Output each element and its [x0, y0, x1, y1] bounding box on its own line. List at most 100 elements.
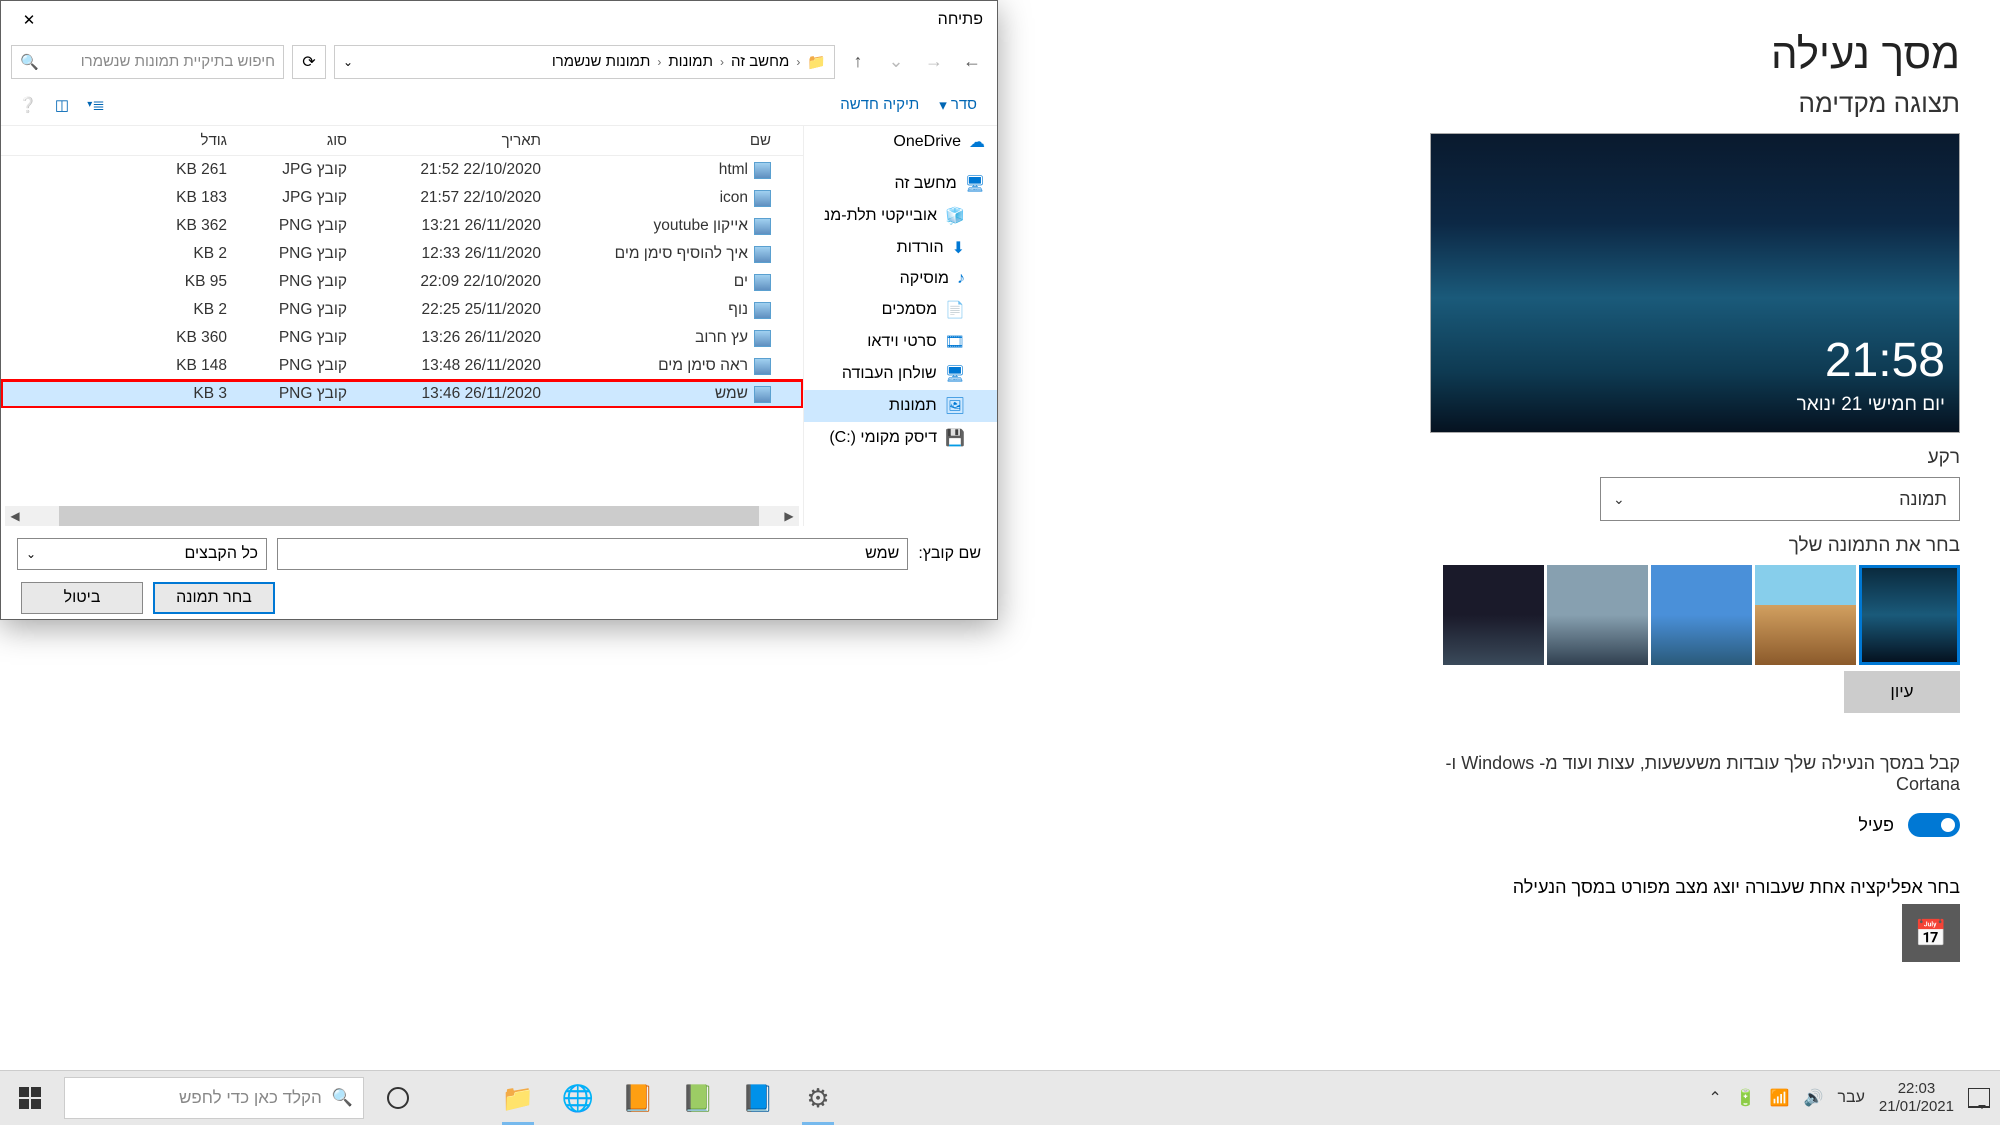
- download-icon: ⬇: [952, 238, 965, 258]
- cancel-button[interactable]: ביטול: [21, 582, 143, 614]
- view-options-icon[interactable]: ≣ ▾: [79, 90, 113, 120]
- open-button[interactable]: בחר תמונה: [153, 582, 275, 614]
- scrollbar-thumb[interactable]: [59, 506, 759, 526]
- chevron-icon: ‹: [793, 55, 803, 69]
- file-size: 2 KB: [117, 245, 237, 263]
- tree-label: תמונות: [889, 397, 937, 415]
- tree-music[interactable]: ♪מוסיקה: [804, 264, 997, 294]
- powerpoint-app[interactable]: 📙: [608, 1071, 668, 1125]
- detailed-app-tile[interactable]: 📅: [1902, 904, 1960, 962]
- file-name: icon: [720, 189, 748, 207]
- file-name: ראה סימן מים: [658, 357, 748, 375]
- tray-chevron-icon[interactable]: ⌃: [1708, 1088, 1721, 1108]
- file-row[interactable]: icon22/10/2020 21:57קובץ JPG183 KB: [1, 184, 803, 212]
- preview-pane-icon[interactable]: ◫: [45, 90, 79, 120]
- thumbnail-selected[interactable]: [1859, 565, 1960, 665]
- filename-input[interactable]: [277, 538, 908, 570]
- dialog-search[interactable]: חיפוש בתיקיית תמונות שנשמרו 🔍: [11, 45, 284, 79]
- volume-icon[interactable]: 🔊: [1804, 1088, 1824, 1108]
- file-date: 22/10/2020 22:09: [357, 273, 551, 291]
- file-columns-header[interactable]: שם תאריך סוג גודל: [1, 126, 803, 156]
- sort-button[interactable]: סדר ▾: [929, 96, 987, 114]
- explorer-app[interactable]: 📁: [488, 1071, 548, 1125]
- notifications-icon[interactable]: [1968, 1088, 1990, 1108]
- tree-this-pc[interactable]: 🖥מחשב זה: [804, 168, 997, 200]
- battery-icon[interactable]: 🔋: [1736, 1088, 1756, 1108]
- nav-forward-icon[interactable]: →: [919, 47, 949, 77]
- background-select[interactable]: תמונה ⌄: [1600, 477, 1960, 521]
- language-indicator[interactable]: עבר: [1837, 1089, 1864, 1107]
- cortana-button[interactable]: [368, 1071, 428, 1125]
- browse-button[interactable]: עיון: [1844, 671, 1960, 713]
- help-icon[interactable]: ❔: [11, 90, 45, 120]
- chevron-down-icon: ⌄: [26, 547, 36, 561]
- task-view-button[interactable]: [428, 1071, 488, 1125]
- file-row[interactable]: איך להוסיף סימן מים26/11/2020 12:33קובץ …: [1, 240, 803, 268]
- scroll-right-icon[interactable]: ▶: [779, 509, 799, 523]
- file-list[interactable]: html22/10/2020 21:52קובץ JPG261 KBicon22…: [1, 156, 803, 408]
- settings-app-taskbar[interactable]: ⚙: [788, 1071, 848, 1125]
- edge-app[interactable]: 🌐: [548, 1071, 608, 1125]
- col-name[interactable]: שם: [551, 132, 781, 149]
- tree-downloads[interactable]: ⬇הורדות: [804, 232, 997, 264]
- horizontal-scrollbar[interactable]: ▶ ◀: [5, 506, 799, 526]
- start-button[interactable]: [0, 1071, 60, 1125]
- wifi-icon[interactable]: 📶: [1770, 1088, 1790, 1108]
- image-file-icon: [754, 274, 771, 291]
- col-size[interactable]: גודל: [117, 132, 237, 149]
- tree-videos[interactable]: 🎞סרטי וידאו: [804, 326, 997, 358]
- new-folder-button[interactable]: תיקיה חדשה: [830, 96, 929, 113]
- close-button[interactable]: ✕: [5, 1, 53, 39]
- file-row[interactable]: ראה סימן מים26/11/2020 13:48קובץ PNG148 …: [1, 352, 803, 380]
- file-date: 25/11/2020 22:25: [357, 301, 551, 319]
- nav-up-icon[interactable]: ↑: [843, 47, 873, 77]
- tree-onedrive[interactable]: ☁OneDrive: [804, 126, 997, 158]
- toggle-switch[interactable]: [1908, 813, 1960, 837]
- refresh-button[interactable]: ⟳: [292, 45, 326, 79]
- image-file-icon: [754, 190, 771, 207]
- file-size: 261 KB: [117, 161, 237, 179]
- breadcrumb[interactable]: מחשב זה: [731, 53, 789, 70]
- tree-3d[interactable]: 🧊אובייקטי תלת-מנ: [804, 200, 997, 232]
- breadcrumb[interactable]: תמונות שנשמרו: [552, 53, 650, 70]
- dialog-buttons: ביטול בחר תמונה: [17, 582, 981, 614]
- file-type: קובץ PNG: [237, 245, 357, 263]
- file-row[interactable]: אייקון youtube26/11/2020 13:21קובץ PNG36…: [1, 212, 803, 240]
- search-icon: 🔍: [20, 53, 39, 71]
- scroll-left-icon[interactable]: ◀: [5, 509, 25, 523]
- folder-tree[interactable]: ☁OneDrive 🖥מחשב זה 🧊אובייקטי תלת-מנ ⬇הור…: [803, 126, 997, 526]
- nav-back-icon[interactable]: ←: [957, 47, 987, 77]
- breadcrumb[interactable]: תמונות: [668, 53, 713, 70]
- col-type[interactable]: סוג: [237, 132, 357, 149]
- filetype-select[interactable]: כל הקבצים⌄: [17, 538, 267, 570]
- thumbnail[interactable]: [1755, 565, 1856, 665]
- tree-desktop[interactable]: 🖥שולחן העבודה: [804, 358, 997, 390]
- file-row[interactable]: ים22/10/2020 22:09קובץ PNG95 KB: [1, 268, 803, 296]
- file-date: 26/11/2020 13:46: [357, 385, 551, 403]
- toggle-state-label: פעיל: [1858, 815, 1894, 836]
- tree-pictures[interactable]: 🖼תמונות: [804, 390, 997, 422]
- thumbnail[interactable]: [1547, 565, 1648, 665]
- file-row[interactable]: html22/10/2020 21:52קובץ JPG261 KB: [1, 156, 803, 184]
- file-row[interactable]: נוף25/11/2020 22:25קובץ PNG2 KB: [1, 296, 803, 324]
- thumbnail[interactable]: [1443, 565, 1544, 665]
- tree-label: OneDrive: [893, 133, 961, 151]
- taskbar-search[interactable]: 🔍 הקלד כאן כדי לחפש: [64, 1077, 364, 1119]
- file-date: 26/11/2020 13:26: [357, 329, 551, 347]
- address-bar[interactable]: 📁 ‹ מחשב זה ‹ תמונות ‹ תמונות שנשמרו ⌄: [334, 45, 835, 79]
- col-date[interactable]: תאריך: [357, 132, 551, 149]
- nav-dropdown-icon[interactable]: ⌄: [881, 47, 911, 77]
- dialog-toolbar: סדר ▾ תיקיה חדשה ≣ ▾ ◫ ❔: [1, 84, 997, 126]
- excel-app[interactable]: 📗: [668, 1071, 728, 1125]
- word-app[interactable]: 📘: [728, 1071, 788, 1125]
- file-type: קובץ PNG: [237, 301, 357, 319]
- tree-documents[interactable]: 📄מסמכים: [804, 294, 997, 326]
- tree-local-disk[interactable]: 💾דיסק מקומי (:C): [804, 422, 997, 454]
- file-list-panel: שם תאריך סוג גודל html22/10/2020 21:52קו…: [1, 126, 803, 526]
- addr-chevron-icon[interactable]: ⌄: [343, 55, 353, 69]
- doc-icon: 📄: [945, 300, 965, 320]
- file-row[interactable]: שמש26/11/2020 13:46קובץ PNG3 KB: [1, 380, 803, 408]
- tray-clock[interactable]: 22:03 21/01/2021: [1879, 1080, 1954, 1116]
- thumbnail[interactable]: [1651, 565, 1752, 665]
- file-row[interactable]: עץ חרוב26/11/2020 13:26קובץ PNG360 KB: [1, 324, 803, 352]
